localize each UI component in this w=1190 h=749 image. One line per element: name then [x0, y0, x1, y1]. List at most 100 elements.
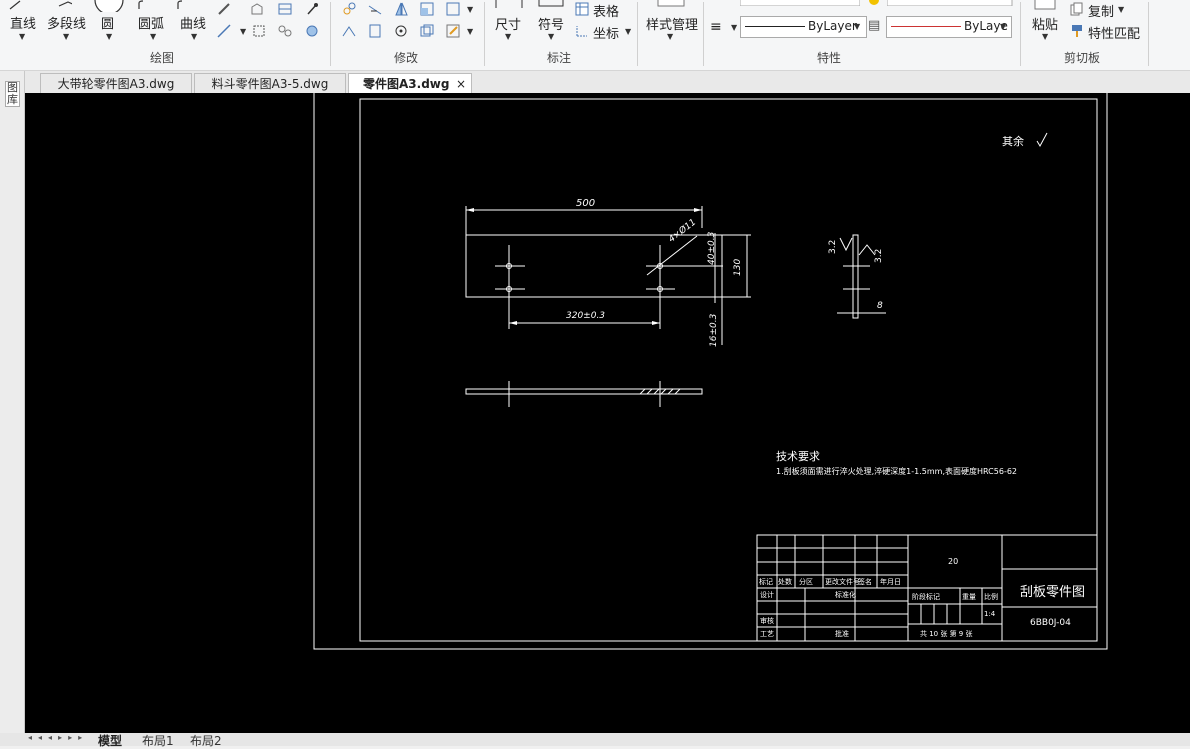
drawing-canvas[interactable]: 其余 500 4×Ø11 40±0.3 130 320±0.3 16±0.3 8…: [25, 93, 1190, 733]
chevron-down-icon: ▼: [667, 32, 674, 41]
chevron-down-icon: ▼: [625, 27, 632, 36]
copy-label: 复制: [1088, 5, 1115, 20]
chevron-down-icon: ▼: [106, 32, 113, 41]
chevron-down-icon: ▼: [1042, 32, 1049, 41]
plate-top-view: [465, 388, 703, 395]
roughness-note: 其余: [1002, 135, 1024, 148]
arc-icon: [138, 0, 144, 9]
properties-group-label: 特性: [817, 51, 842, 65]
pencil-icon[interactable]: [217, 2, 231, 16]
circle-icon: [94, 0, 124, 12]
offset-icon[interactable]: [420, 24, 434, 38]
hatch-line: [639, 388, 646, 395]
layout-nav-arrows[interactable]: ◂◂◂▸▸▸: [28, 733, 88, 742]
chevron-down-icon: ▼: [505, 32, 512, 41]
color-dropdown[interactable]: [887, 0, 1013, 6]
trim-icon[interactable]: [368, 2, 382, 16]
modify-group-label: 修改: [394, 51, 419, 65]
arrowhead: [652, 321, 660, 325]
dim-height: 130: [733, 258, 743, 276]
edit-icon[interactable]: [446, 24, 460, 38]
tab-model[interactable]: 模型: [98, 732, 122, 749]
header-col: 年月日: [880, 578, 901, 586]
line-label: 直线: [10, 17, 37, 32]
row-design-label: 设计: [760, 591, 774, 599]
annotation-group-label: 标注: [547, 51, 572, 65]
tab-label: 大带轮零件图A3.dwg: [57, 77, 175, 91]
hatch-line: [646, 388, 653, 395]
hatch-line: [667, 388, 674, 395]
stretch-icon[interactable]: [342, 24, 356, 38]
roughness-left-value: 3.2: [828, 239, 838, 254]
dimension-icon: [495, 0, 523, 8]
row-process-label: 工艺: [760, 630, 774, 638]
copy-object-icon[interactable]: [368, 24, 382, 38]
scale-icon[interactable]: [420, 2, 434, 16]
clipboard-group-label: 剪切板: [1064, 51, 1101, 65]
chevron-down-icon: ▼: [1118, 5, 1125, 14]
region-icon[interactable]: [250, 2, 264, 16]
tab-part-drawing[interactable]: 零件图A3.dwg ×: [348, 73, 472, 93]
polyline-icon: [58, 1, 72, 7]
match-properties-label: 特性匹配: [1088, 27, 1141, 42]
tech-requirements-title: 技术要求: [776, 450, 820, 463]
row-standard-label: 标准化: [835, 591, 856, 599]
dim-vertical-spacing: 40±0.3: [707, 231, 717, 265]
drawing-svg: [313, 93, 1108, 650]
chevron-down-icon: ▼: [240, 27, 247, 36]
hatch-line: [653, 388, 660, 395]
cloud-icon[interactable]: [278, 24, 292, 38]
lineweight-list-icon[interactable]: ▤: [868, 18, 880, 33]
tab-big-pulley-drawing[interactable]: 大带轮零件图A3.dwg: [40, 73, 192, 94]
gradient-icon[interactable]: [305, 24, 319, 38]
layout-tab-bar: ◂◂◂▸▸▸ 模型 布局1 布局2: [0, 732, 1190, 749]
sheet-info: 共 10 张 第 9 张: [920, 630, 973, 638]
pointer-icon[interactable]: [305, 2, 319, 16]
chevron-down-icon: ▼: [150, 32, 157, 41]
rectangle-icon[interactable]: [252, 24, 266, 38]
linetype-sample: [745, 26, 805, 27]
chevron-down-icon: ▼: [1000, 22, 1007, 31]
tab-hopper-drawing[interactable]: 料斗零件图A3-5.dwg: [194, 73, 346, 94]
xline-icon[interactable]: [217, 24, 231, 38]
table-label: 表格: [593, 5, 620, 20]
line-icon: [9, 0, 21, 10]
paste-label: 粘贴: [1032, 18, 1059, 33]
symbol-icon: [538, 0, 564, 7]
hatch-line: [660, 388, 667, 395]
tab-layout1[interactable]: 布局1: [142, 732, 174, 749]
linetype-dropdown[interactable]: ByLayer ▼: [740, 16, 867, 38]
part-name: 刮板零件图: [1020, 585, 1086, 600]
paste-icon: [1034, 0, 1056, 10]
roughness-symbol: [858, 244, 876, 256]
color-swatch-icon[interactable]: [868, 0, 882, 6]
hatch-icon[interactable]: [278, 2, 292, 16]
linetype-value: ByLayer: [808, 19, 857, 33]
scale-value: 1:4: [984, 610, 996, 618]
brush-icon: [1072, 25, 1082, 37]
tab-close-icon[interactable]: ×: [456, 74, 466, 94]
curve-icon: [177, 0, 183, 9]
rotate-icon[interactable]: [394, 24, 408, 38]
dim-length: 500: [576, 198, 596, 209]
layer-toolbar-strip[interactable]: [740, 0, 860, 6]
draw-group-label: 绘图: [150, 51, 175, 65]
lineweight-icon[interactable]: ≡: [710, 19, 722, 35]
chevron-down-icon: ▼: [191, 32, 198, 41]
lineweight-dropdown[interactable]: ByLaye ▼: [886, 16, 1012, 38]
tab-label: 零件图A3.dwg: [363, 77, 450, 91]
dim-hole-spacing: 320±0.3: [566, 311, 606, 321]
chevron-down-icon: ▼: [731, 23, 738, 32]
tab-layout2[interactable]: 布局2: [190, 732, 222, 749]
drawing-number: 6BB0J-04: [1030, 618, 1071, 628]
group-divider: [637, 2, 638, 66]
library-palette-toggle[interactable]: 图库: [5, 81, 20, 107]
roughness-symbol: [839, 237, 853, 252]
group-divider: [330, 2, 331, 66]
move-icon[interactable]: [342, 2, 356, 16]
array-icon[interactable]: [446, 2, 460, 16]
mirror-icon[interactable]: [394, 2, 408, 16]
quantity-value: 20: [948, 557, 959, 566]
dimension-label: 尺寸: [495, 18, 522, 33]
curve-label: 曲线: [180, 17, 207, 32]
